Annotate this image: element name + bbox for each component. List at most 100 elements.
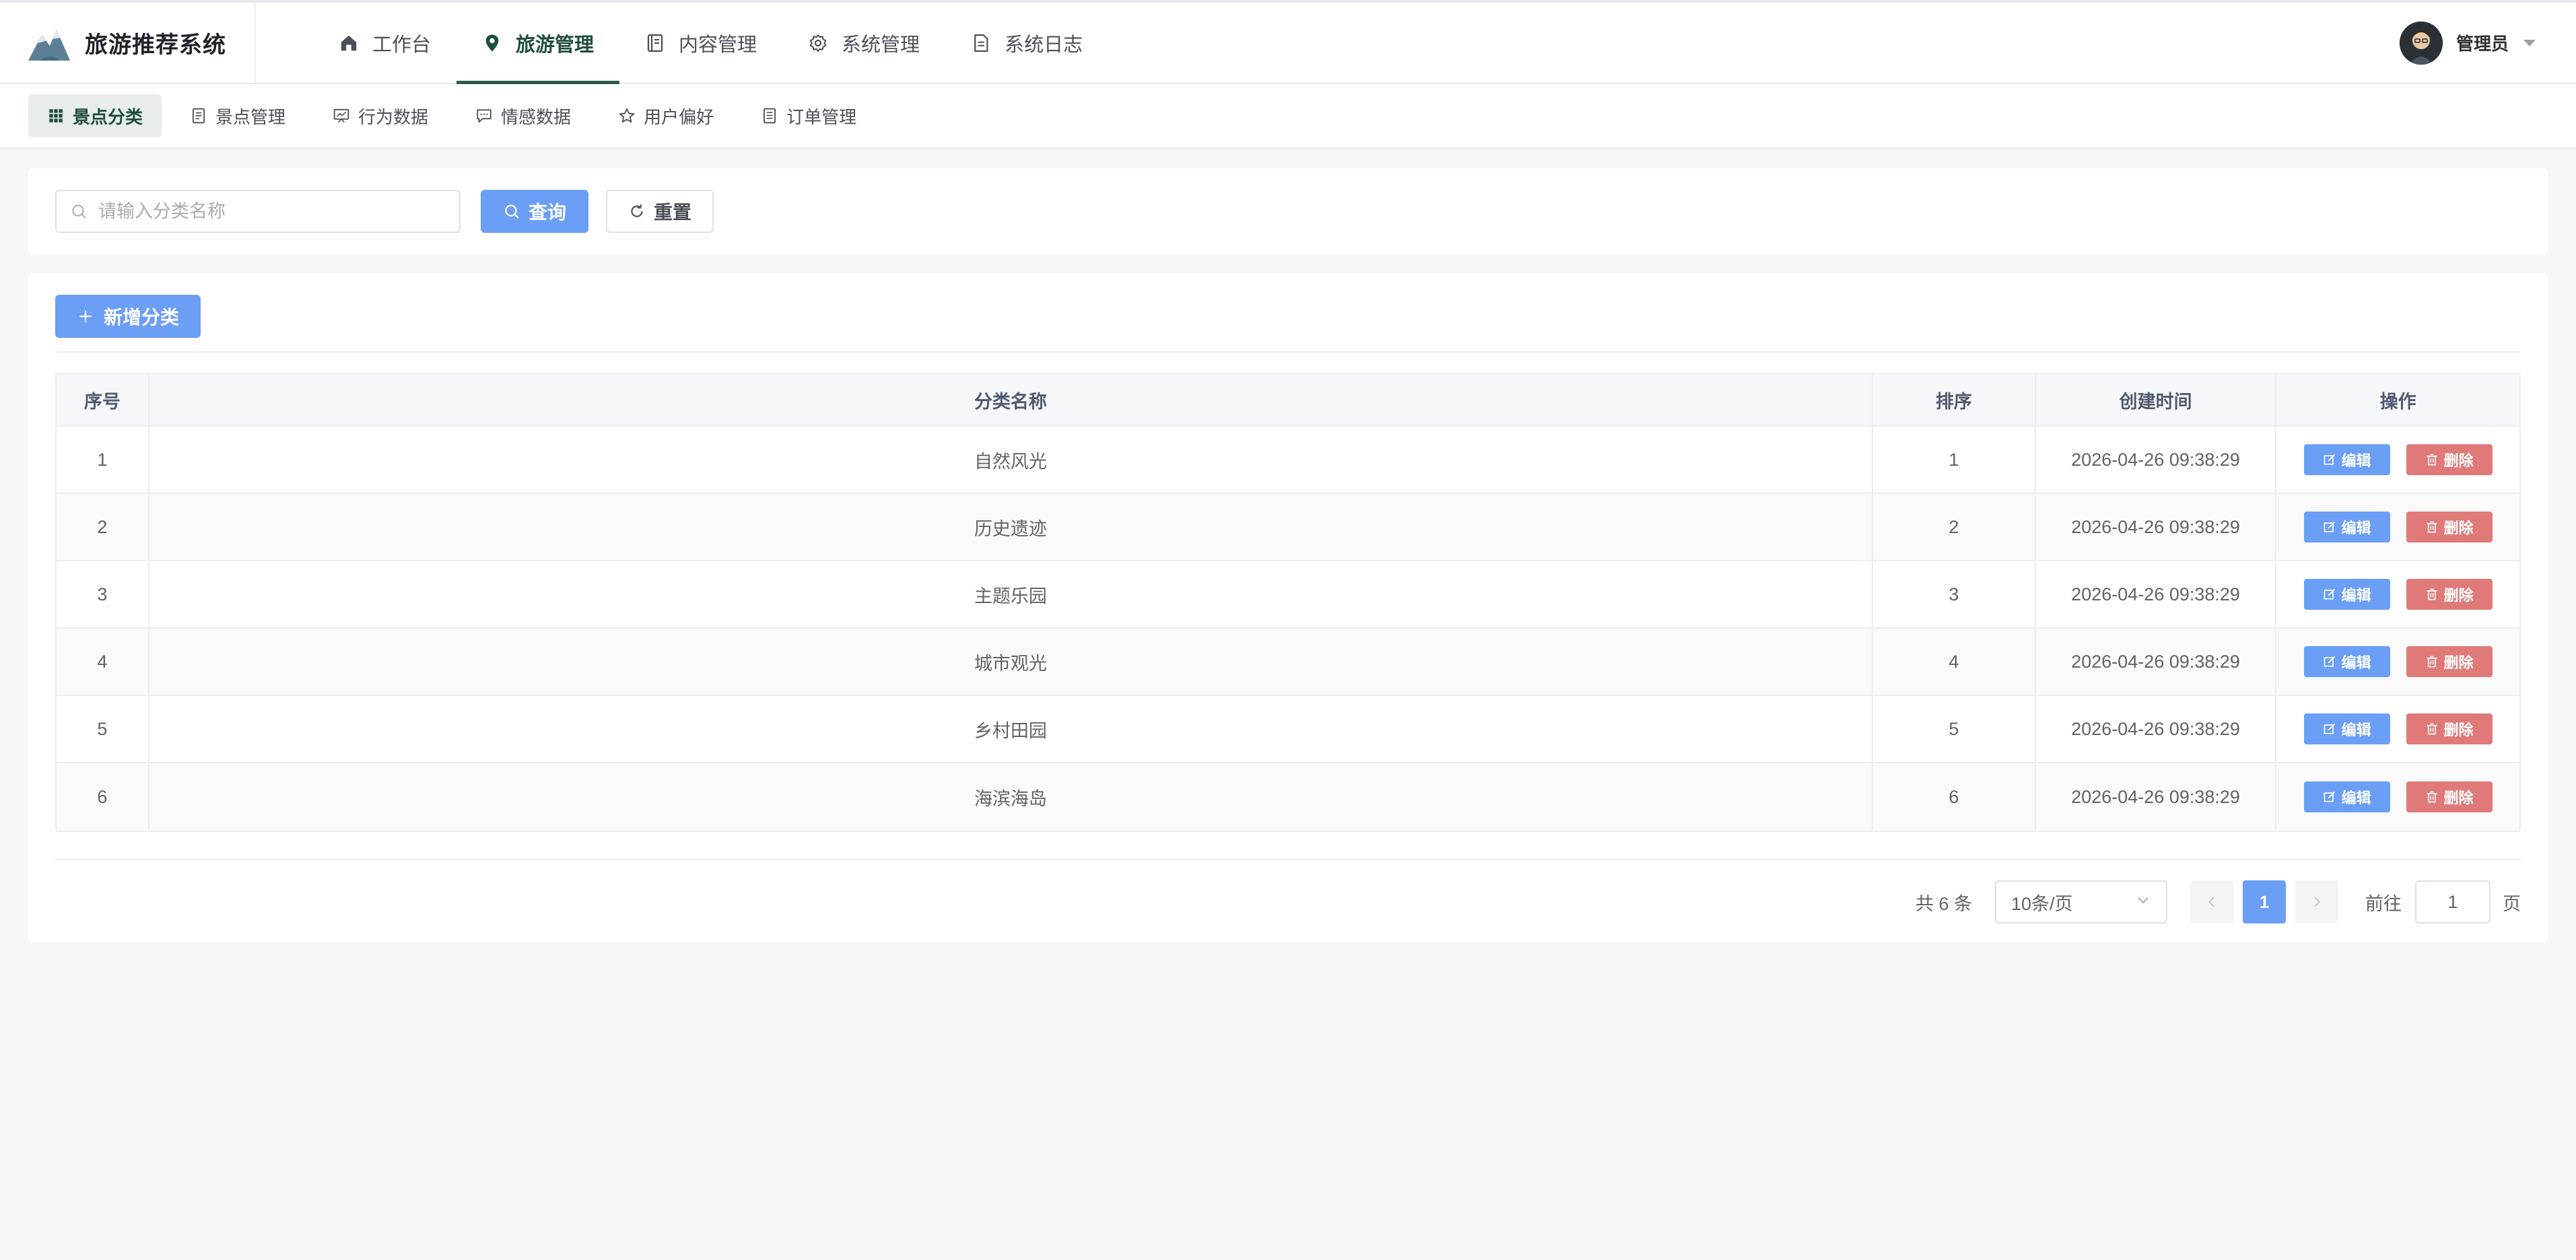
next-page-button[interactable] [2295,880,2338,923]
delete-button[interactable]: 删除 [2406,444,2493,475]
edit-label: 编辑 [2341,790,2371,806]
chat-bubble-icon [475,107,493,125]
user-menu[interactable]: 管理员 [2399,3,2536,83]
chevron-right-icon [2314,897,2320,907]
row-index: 6 [57,763,149,831]
refresh-icon [628,203,646,220]
search-icon [70,203,88,220]
category-name: 历史遗迹 [149,494,1874,560]
delete-button[interactable]: 删除 [2406,579,2493,610]
star-icon [618,107,636,125]
category-table-panel: 新增分类 序号 分类名称 排序 创建时间 操作 1 自然风光 1 2026-04… [28,273,2548,942]
mountain-logo-icon [28,29,70,61]
delete-button[interactable]: 删除 [2406,646,2493,677]
page-size-select[interactable]: 10条/页 [1995,880,2167,923]
tab-behavior-data[interactable]: 行为数据 [314,94,447,137]
brand[interactable]: 旅游推荐系统 [0,3,256,83]
delete-button[interactable]: 删除 [2406,713,2493,744]
edit-label: 编辑 [2341,722,2371,738]
main-nav-item-logs[interactable]: 系统日志 [945,3,1108,83]
edit-button[interactable]: 编辑 [2303,579,2390,610]
tab-order-manage[interactable]: 订单管理 [742,94,875,137]
edit-icon [2323,722,2336,736]
row-actions: 编辑 删除 [2276,763,2519,831]
main-nav-item-content[interactable]: 内容管理 [619,3,782,83]
chevron-left-icon [2208,897,2214,907]
column-header: 序号 [57,374,149,425]
home-icon [339,33,359,53]
page-size-value: 10条/页 [2011,893,2073,914]
grid-icon [47,107,65,125]
category-name: 自然风光 [149,427,1874,493]
gear-icon [808,33,828,53]
edit-button[interactable]: 编辑 [2303,444,2390,475]
page-number-button[interactable]: 1 [2243,880,2286,923]
row-index: 4 [57,629,149,695]
reset-button[interactable]: 重置 [606,190,714,233]
query-button[interactable]: 查询 [481,190,588,233]
main-nav-item-workbench[interactable]: 工作台 [313,3,456,83]
row-actions: 编辑 删除 [2276,427,2519,493]
sort-order: 2 [1873,494,2036,560]
category-name: 城市观光 [149,629,1874,695]
table-row: 5 乡村田园 5 2026-04-26 09:38:29 编辑 删除 [57,696,2519,763]
edit-label: 编辑 [2341,654,2371,671]
main-nav-label: 内容管理 [679,34,757,56]
category-name: 乡村田园 [149,696,1874,762]
edit-icon [2323,453,2336,466]
edit-button[interactable]: 编辑 [2303,713,2390,744]
tab-label: 用户偏好 [644,106,714,127]
column-header: 操作 [2379,391,2416,412]
prev-page-button[interactable] [2190,880,2233,923]
category-search-input[interactable] [98,201,448,222]
row-actions: 编辑 删除 [2276,494,2519,560]
table-row: 2 历史遗迹 2 2026-04-26 09:38:29 编辑 删除 [57,494,2519,561]
tab-sentiment-data[interactable]: 情感数据 [456,94,590,137]
delete-label: 删除 [2443,587,2474,604]
app-title: 旅游推荐系统 [85,32,226,58]
plus-icon [77,308,94,325]
user-name: 管理员 [2455,34,2509,54]
main-nav-item-system[interactable]: 系统管理 [782,3,945,83]
sub-nav: 景点分类 景点管理 行为数据 情感数据 用户偏好 订单管理 [0,84,2576,149]
created-time: 2026-04-26 09:38:29 [2036,763,2277,831]
trash-icon [2425,722,2439,736]
column-header: 创建时间 [2036,374,2277,425]
trash-icon [2425,655,2439,668]
reset-button-label: 重置 [653,202,691,223]
document-icon [971,33,991,53]
delete-button[interactable]: 删除 [2406,512,2493,542]
tab-label: 景点分类 [73,106,143,127]
table-row: 1 自然风光 1 2026-04-26 09:38:29 编辑 删除 [57,427,2519,494]
tab-user-preference[interactable]: 用户偏好 [599,94,733,137]
tab-label: 行为数据 [358,106,429,127]
row-index: 3 [57,561,149,627]
row-index: 2 [57,494,149,560]
main-nav-item-travel[interactable]: 旅游管理 [456,3,620,84]
delete-button[interactable]: 删除 [2406,781,2493,812]
column-header: 分类名称 [149,374,1874,425]
tab-scenic-category[interactable]: 景点分类 [28,94,162,137]
sort-order: 4 [1873,629,2036,695]
tab-label: 订单管理 [786,106,857,127]
goto-page-input[interactable]: 1 [2415,880,2490,923]
goto-suffix: 页 [2503,893,2521,914]
category-search-field[interactable] [55,190,461,233]
order-doc-icon [761,107,778,125]
query-button-label: 查询 [528,202,566,223]
edit-button[interactable]: 编辑 [2303,512,2390,542]
edit-icon [2323,520,2336,534]
add-category-button[interactable]: 新增分类 [55,295,201,338]
tab-label: 情感数据 [501,106,572,127]
category-name: 海滨海岛 [149,763,1874,831]
search-panel: 查询 重置 [28,168,2548,254]
edit-button[interactable]: 编辑 [2303,781,2390,812]
edit-button[interactable]: 编辑 [2303,646,2390,677]
tab-scenic-manage[interactable]: 景点管理 [171,94,304,137]
row-index: 5 [57,696,149,762]
category-table: 序号 分类名称 排序 创建时间 操作 1 自然风光 1 2026-04-26 0… [55,373,2521,832]
created-time: 2026-04-26 09:38:29 [2036,561,2277,627]
main-nav-label: 旅游管理 [516,34,595,56]
delete-label: 删除 [2443,654,2474,671]
trash-icon [2425,588,2439,601]
